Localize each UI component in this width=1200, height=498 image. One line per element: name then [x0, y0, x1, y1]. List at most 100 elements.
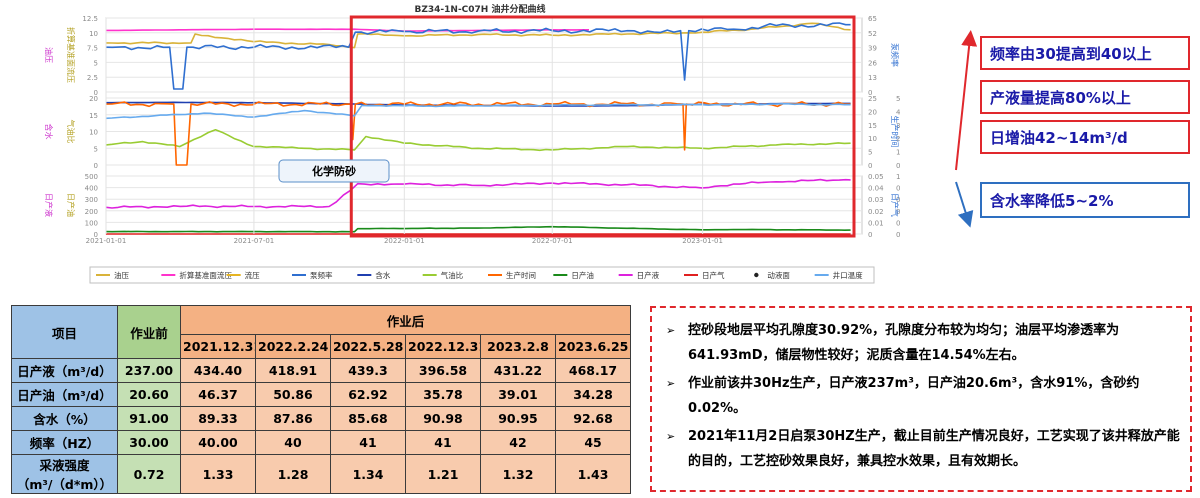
- right2-tick-label: 0: [896, 231, 900, 239]
- table-header-after: 作业后: [179, 305, 632, 335]
- legend-label: 动液面: [767, 270, 790, 280]
- well-production-chart: BZ34-1N-C07H 油井分配曲线 0 2.5 5 7.5 10 12.5 0 13 26 39…: [0, 0, 900, 290]
- right-tick-label: 0.02: [868, 208, 884, 216]
- left-axis-label: 油压: [44, 47, 54, 63]
- series-line: [106, 28, 589, 32]
- cell-after: 42: [480, 430, 556, 455]
- series-line: [105, 100, 851, 166]
- cell-after: 41: [330, 430, 406, 455]
- right-tick-label: 20: [868, 108, 877, 116]
- note-text: 作业前该井30Hz生产，日产液237m³，日产油20.6m³，含水91%，含砂约…: [688, 376, 1140, 416]
- table-date: 2021.12.31: [180, 334, 256, 359]
- cell-after: 92.68: [554, 406, 632, 431]
- left-tick-label: 20: [89, 95, 98, 103]
- cell-after: 50.86: [255, 382, 331, 407]
- right-tick-label: 0.01: [868, 219, 884, 227]
- bullet-arrow-icon: ➢: [666, 324, 676, 337]
- row-label-line2: （m³/（d*m））: [16, 477, 113, 492]
- row-label: 日产液（m³/d）: [11, 358, 118, 383]
- cell-after: 418.91: [255, 358, 331, 383]
- cell-after: 396.58: [405, 358, 481, 383]
- note-item: ➢ 控砂段地层平均孔隙度30.92%，孔隙度分布较为均匀；油层平均渗透率为641…: [666, 318, 1180, 368]
- callout-oil-increase: 日增油42~14m³/d: [980, 120, 1190, 154]
- cell-after: 434.40: [180, 358, 256, 383]
- table-date: 2022.2.24: [255, 334, 331, 359]
- cell-before: 0.72: [117, 454, 181, 494]
- left-tick-label: 2.5: [87, 74, 98, 82]
- callout-frequency: 频率由30提高到40以上: [980, 36, 1190, 70]
- cell-after: 90.98: [405, 406, 481, 431]
- right-tick-label: 15: [868, 122, 877, 130]
- row-label: 频率（HZ）: [11, 430, 118, 455]
- right-tick-label: 5: [868, 149, 872, 157]
- left-axis-label: 日产油: [66, 193, 76, 217]
- row-label: 含水（%）: [11, 406, 118, 431]
- series-line: [105, 178, 851, 209]
- left-tick-label: 5: [94, 59, 98, 67]
- left-tick-label: 500: [85, 173, 98, 181]
- right-axis-label: 日产气: [890, 193, 900, 217]
- right-tick-label: 65: [868, 15, 877, 23]
- legend-label: 气油比: [441, 270, 464, 280]
- cell-after: 431.22: [480, 358, 556, 383]
- right-tick-label: 25: [868, 95, 877, 103]
- table-row: 采液强度 （m³/（d*m）） 0.72 1.33 1.28 1.34 1.21…: [11, 454, 632, 494]
- legend-label: 井口温度: [833, 270, 863, 280]
- cell-after: 89.33: [180, 406, 256, 431]
- left-tick-label: 12.5: [82, 15, 98, 23]
- cell-after: 1.43: [554, 454, 632, 494]
- cell-after: 40.00: [180, 430, 256, 455]
- cell-after: 90.95: [480, 406, 556, 431]
- note-text: 2021年11月2日启泵30HZ生产，截止目前生产情况良好，工艺实现了该井释放产…: [688, 429, 1180, 469]
- cell-after: 41: [405, 430, 481, 455]
- left-axis-label: 含水: [44, 124, 54, 140]
- series-line: [105, 129, 851, 152]
- cell-before: 237.00: [117, 358, 181, 383]
- cell-before: 20.60: [117, 382, 181, 407]
- right-tick-label: 0.03: [868, 196, 884, 204]
- table-header-item: 项目: [11, 305, 118, 359]
- left-tick-label: 0: [94, 162, 98, 170]
- bullet-arrow-icon: ➢: [666, 430, 676, 443]
- right-tick-label: 0: [868, 231, 872, 239]
- right2-tick-label: 0: [896, 162, 900, 170]
- arrow-down-icon: [955, 181, 974, 228]
- cell-after: 468.17: [554, 358, 632, 383]
- left-tick-label: 300: [85, 196, 98, 204]
- table-date: 2023.6.25: [554, 334, 632, 359]
- legend-label: 生产时间: [506, 270, 536, 280]
- row-label-line1: 采液强度: [39, 458, 90, 473]
- left-tick-label: 15: [89, 112, 98, 120]
- left-tick-label: 200: [85, 208, 98, 216]
- cell-after: 87.86: [255, 406, 331, 431]
- cell-after: 85.68: [330, 406, 406, 431]
- right-tick-label: 13: [868, 74, 877, 82]
- cell-after: 39.01: [480, 382, 556, 407]
- x-tick-label: 2022-01-01: [384, 237, 425, 245]
- cell-after: 439.3: [330, 358, 406, 383]
- notes-box: ➢ 控砂段地层平均孔隙度30.92%，孔隙度分布较为均匀；油层平均渗透率为641…: [650, 306, 1192, 492]
- series-line: [105, 225, 851, 233]
- chart-title: BZ34-1N-C07H 油井分配曲线: [415, 3, 546, 15]
- series-line: [105, 103, 851, 120]
- cell-after: 1.32: [480, 454, 556, 494]
- cell-after: 1.28: [255, 454, 331, 494]
- left-tick-label: 100: [85, 219, 98, 227]
- table-header-before: 作业前: [117, 305, 181, 359]
- series-line: [105, 22, 851, 49]
- legend-label: 油压: [114, 270, 129, 280]
- table-date: 2023.2.8: [480, 334, 556, 359]
- trend-arrows: [955, 30, 978, 228]
- legend-label: 日产液: [637, 270, 660, 280]
- row-label: 采液强度 （m³/（d*m））: [11, 454, 118, 494]
- x-tick-label: 2021-01-01: [86, 237, 127, 245]
- note-text: 控砂段地层平均孔隙度30.92%，孔隙度分布较为均匀；油层平均渗透率为641.9…: [688, 323, 1120, 363]
- left-tick-label: 5: [94, 145, 98, 153]
- cell-after: 35.78: [405, 382, 481, 407]
- table-row: 日产液（m³/d） 237.00 434.40 418.91 439.3 396…: [11, 358, 632, 383]
- annotation-label: 化学防砂: [312, 164, 356, 178]
- cell-after: 45: [554, 430, 632, 455]
- table-row: 含水（%） 91.00 89.33 87.86 85.68 90.98 90.9…: [11, 406, 632, 431]
- cell-after: 40: [255, 430, 331, 455]
- arrow-up-icon: [955, 30, 978, 171]
